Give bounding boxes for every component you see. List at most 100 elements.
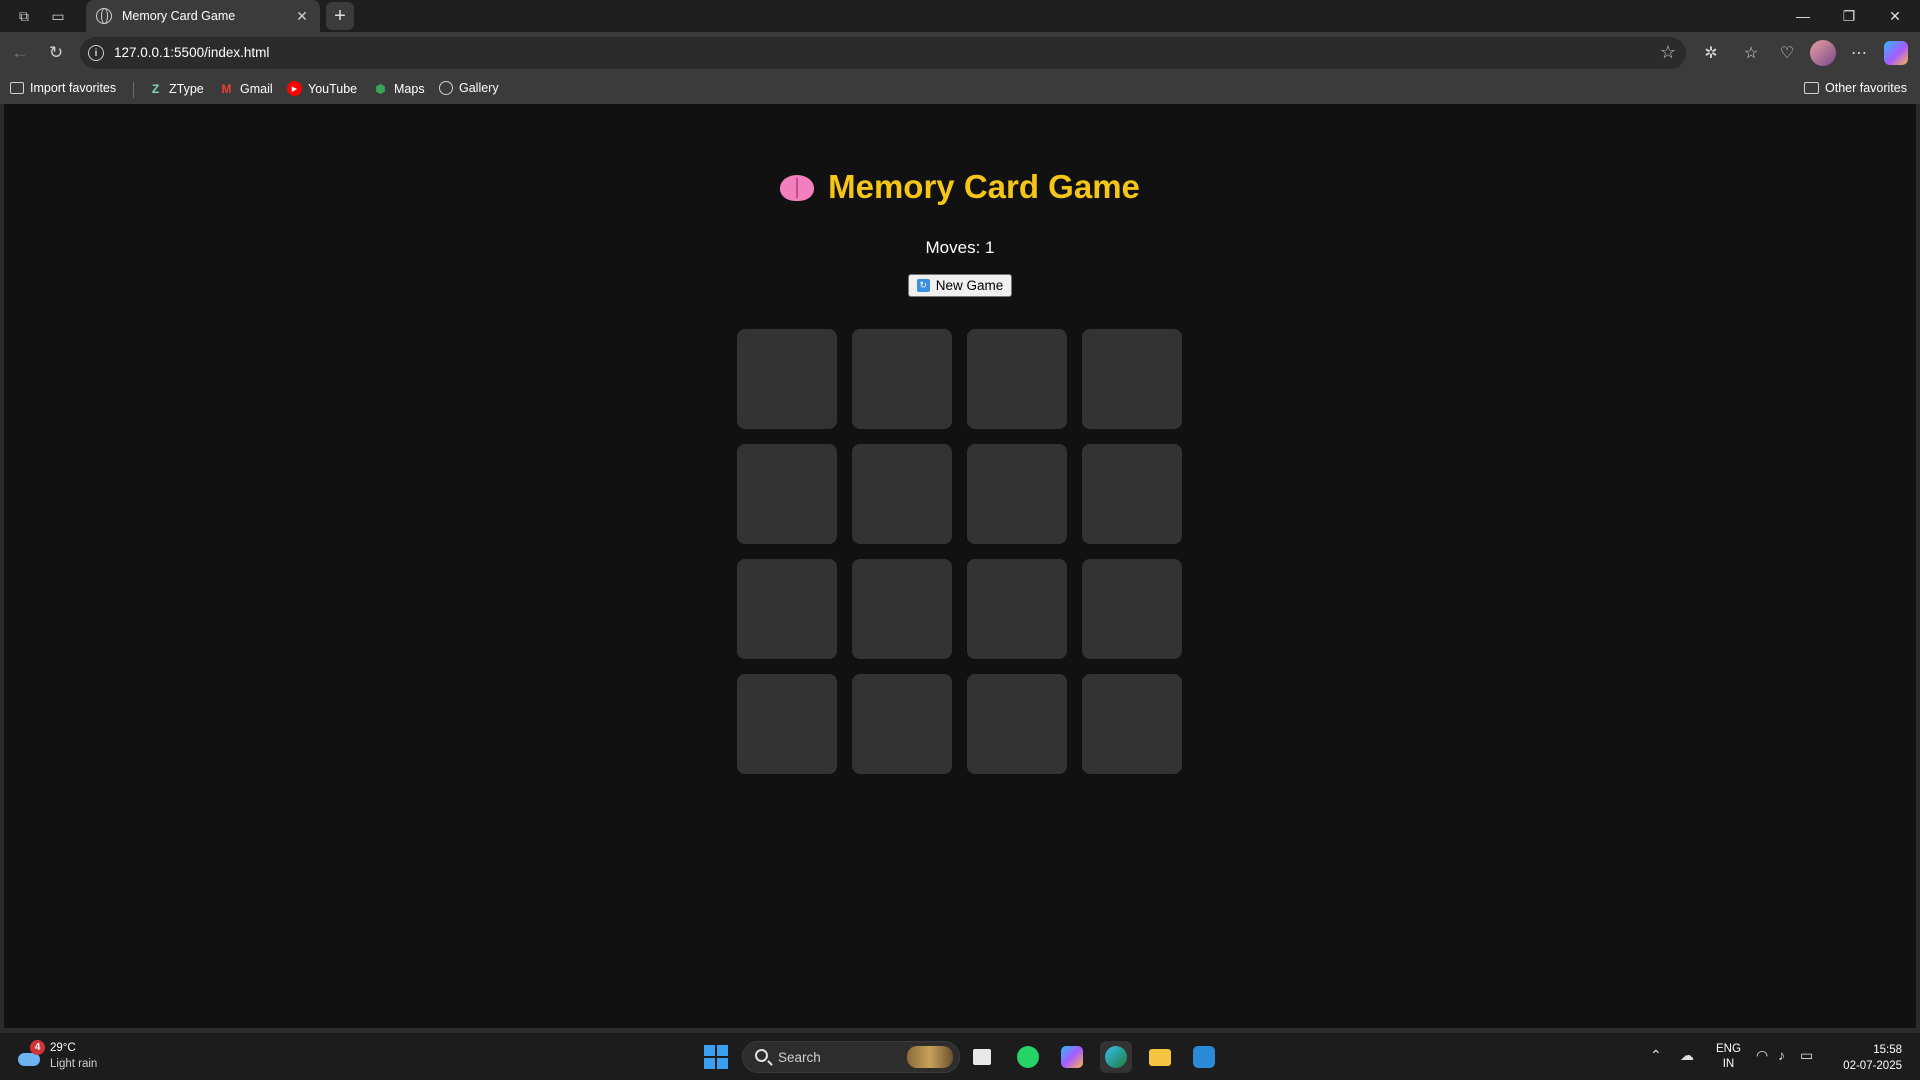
memory-card[interactable] <box>1082 329 1182 429</box>
url-text[interactable]: 127.0.0.1:5500/index.html <box>114 45 269 60</box>
profile-avatar[interactable] <box>1810 40 1836 66</box>
start-button[interactable] <box>704 1045 728 1069</box>
edge-app[interactable] <box>1100 1041 1132 1073</box>
other-favorites[interactable]: Other favorites <box>1804 81 1907 95</box>
edge-icon <box>1105 1046 1127 1068</box>
favorite-youtube[interactable]: ▶ YouTube <box>287 81 357 96</box>
favorite-gallery[interactable]: Gallery <box>439 81 499 95</box>
language-code: ENG <box>1716 1043 1741 1055</box>
battery-icon[interactable]: ▭ <box>1800 1047 1813 1064</box>
folder-icon <box>1804 82 1819 94</box>
memory-card[interactable] <box>737 674 837 774</box>
memory-card[interactable] <box>852 444 952 544</box>
memory-card[interactable] <box>737 329 837 429</box>
whatsapp-icon <box>1017 1046 1039 1068</box>
region-code: IN <box>1722 1058 1735 1070</box>
globe-icon <box>439 81 453 95</box>
memory-card[interactable] <box>1082 674 1182 774</box>
workspaces-icon[interactable]: ⧉ <box>14 6 34 26</box>
favorites-icon[interactable]: ☆ <box>1738 40 1764 66</box>
memory-card[interactable] <box>967 444 1067 544</box>
wifi-icon[interactable]: ◠ <box>1756 1047 1768 1064</box>
close-window-icon[interactable]: ✕ <box>1872 0 1918 32</box>
favorites-divider <box>133 82 134 98</box>
page-viewport: Memory Card Game Moves: 1 ↻ New Game <box>4 104 1916 1028</box>
favorites-bar: Import favorites Z ZType M Gmail ▶ YouTu… <box>0 74 1920 104</box>
favorite-label: YouTube <box>308 81 358 96</box>
memory-card[interactable] <box>852 329 952 429</box>
volume-icon[interactable]: ♪ <box>1778 1047 1785 1063</box>
moves-counter: Moves: 1 <box>925 238 995 257</box>
memory-card[interactable] <box>1082 559 1182 659</box>
maps-icon: ⬢ <box>375 81 386 96</box>
memory-card[interactable] <box>967 674 1067 774</box>
globe-icon <box>96 8 112 24</box>
browser-essentials-icon[interactable]: ♡ <box>1774 40 1800 66</box>
task-view-app[interactable] <box>966 1041 998 1073</box>
clock-date: 02-07-2025 <box>1843 1060 1902 1072</box>
other-favorites-label: Other favorites <box>1825 81 1907 95</box>
memory-card[interactable] <box>852 674 952 774</box>
refresh-icon: ↻ <box>916 279 930 292</box>
game-title: Memory Card Game <box>4 168 1916 206</box>
back-icon[interactable]: ← <box>8 41 32 65</box>
browser-window: ⧉ ▭ Memory Card Game ✕ + — ❐ ✕ ← ↻ i 127… <box>0 0 1920 1032</box>
weather-desc: Light rain <box>50 1058 98 1070</box>
tab-actions-icon[interactable]: ▭ <box>48 6 68 26</box>
favorite-label: Gmail <box>240 81 273 96</box>
new-game-label: New Game <box>935 278 1004 293</box>
minimize-icon[interactable]: — <box>1780 0 1826 32</box>
favorite-gmail[interactable]: M Gmail <box>219 81 273 96</box>
task-view-icon <box>973 1049 991 1065</box>
tab-memory-card-game[interactable]: Memory Card Game ✕ <box>86 0 320 32</box>
gmail-icon: M <box>221 81 232 96</box>
clock[interactable]: 15:58 02-07-2025 <box>1836 1042 1902 1074</box>
extensions-icon[interactable]: ✲ <box>1698 40 1724 66</box>
memory-card[interactable] <box>967 329 1067 429</box>
copilot-app[interactable] <box>1056 1041 1088 1073</box>
folder-icon <box>1149 1048 1171 1066</box>
favorite-label: ZType <box>169 81 204 96</box>
favorite-star-icon[interactable]: ☆ <box>1660 42 1676 63</box>
copilot-icon[interactable] <box>1884 41 1908 65</box>
vscode-app[interactable] <box>1188 1041 1220 1073</box>
close-icon[interactable]: ✕ <box>294 8 310 25</box>
tab-title: Memory Card Game <box>122 9 236 23</box>
favorite-ztype[interactable]: Z ZType <box>148 81 204 96</box>
vscode-icon <box>1193 1046 1215 1068</box>
file-explorer-app[interactable] <box>1144 1041 1176 1073</box>
address-bar[interactable]: i 127.0.0.1:5500/index.html ☆ <box>80 37 1686 69</box>
onedrive-icon[interactable]: ☁ <box>1680 1047 1694 1064</box>
search-icon <box>755 1049 768 1062</box>
memory-card[interactable] <box>737 444 837 544</box>
ztype-icon: Z <box>151 81 160 96</box>
brain-icon <box>780 175 815 201</box>
copilot-icon <box>1061 1046 1083 1068</box>
taskbar-search[interactable]: Search <box>742 1041 960 1073</box>
new-game-button[interactable]: ↻ New Game <box>908 274 1012 297</box>
card-grid <box>737 329 1187 779</box>
chevron-up-icon[interactable]: ⌃ <box>1650 1047 1662 1064</box>
site-info-icon[interactable]: i <box>88 45 104 61</box>
memory-card[interactable] <box>737 559 837 659</box>
restore-icon[interactable]: ❐ <box>1826 0 1872 32</box>
import-icon <box>10 82 24 94</box>
clock-time: 15:58 <box>1873 1044 1902 1056</box>
memory-card[interactable] <box>967 559 1067 659</box>
more-options-icon[interactable]: ⋯ <box>1846 40 1872 66</box>
game-title-text: Memory Card Game <box>828 168 1140 205</box>
tab-bar: ⧉ ▭ Memory Card Game ✕ + — ❐ ✕ <box>0 0 1920 32</box>
search-highlight-image <box>907 1046 953 1068</box>
taskbar: 4 29°C Light rain Search ⌃ ☁ ENG IN ◠ ♪ … <box>0 1032 1920 1080</box>
language-indicator[interactable]: ENG IN <box>1716 1042 1741 1072</box>
weather-temp: 29°C <box>50 1042 76 1054</box>
favorite-label: Maps <box>394 81 425 96</box>
memory-card[interactable] <box>852 559 952 659</box>
youtube-icon: ▶ <box>287 81 302 96</box>
favorite-import[interactable]: Import favorites <box>10 81 116 95</box>
favorite-maps[interactable]: ⬢ Maps <box>373 81 425 96</box>
refresh-icon[interactable]: ↻ <box>44 41 68 65</box>
memory-card[interactable] <box>1082 444 1182 544</box>
whatsapp-app[interactable] <box>1012 1041 1044 1073</box>
new-tab-button[interactable]: + <box>326 2 354 30</box>
